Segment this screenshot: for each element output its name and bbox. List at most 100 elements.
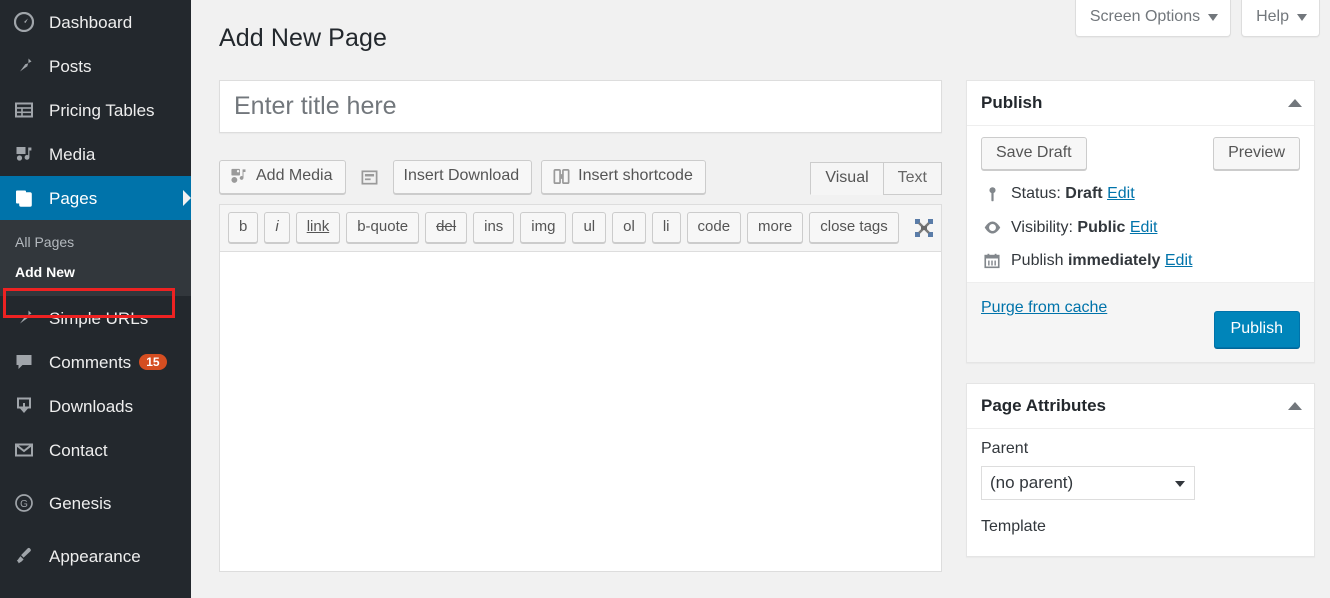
publish-button[interactable]: Publish — [1213, 311, 1300, 348]
schedule-row: Publish immediately Edit — [981, 252, 1300, 270]
insert-shortcode-label: Insert shortcode — [578, 167, 693, 185]
quicktag-link[interactable]: link — [295, 212, 341, 244]
brush-icon — [11, 543, 37, 569]
page-attributes-body: Parent (no parent) Template — [967, 429, 1314, 556]
edit-schedule-link[interactable]: Edit — [1165, 252, 1193, 270]
add-media-icon — [230, 167, 249, 186]
sidebar-item-pages[interactable]: Pages — [0, 176, 191, 220]
parent-label: Parent — [981, 440, 1029, 457]
contact-form-button[interactable] — [355, 164, 384, 191]
template-label: Template — [981, 518, 1046, 535]
sidebar-item-label: Simple URLs — [49, 308, 149, 328]
sidebar-item-media[interactable]: Media — [0, 132, 191, 176]
schedule-value: immediately — [1067, 252, 1161, 269]
sidebar-item-label: Appearance — [49, 546, 141, 566]
sidebar-item-add-new[interactable]: Add New — [0, 257, 191, 287]
sidebar-item-label: Media — [49, 144, 96, 164]
sidebar-item-label: Dashboard — [49, 12, 133, 32]
sidebar-item-all-pages[interactable]: All Pages — [0, 227, 191, 257]
publish-box: Publish Save Draft Preview Status: Draft… — [966, 80, 1315, 363]
quicktag-i[interactable]: i — [264, 212, 290, 244]
sidebar-meta-boxes: Publish Save Draft Preview Status: Draft… — [966, 80, 1315, 577]
sidebar-item-label: Pages — [49, 188, 98, 208]
save-draft-button[interactable]: Save Draft — [981, 137, 1087, 170]
sidebar-item-label: Posts — [49, 56, 92, 76]
comment-icon — [11, 349, 37, 375]
help-label: Help — [1256, 8, 1289, 25]
quicktag-more[interactable]: more — [747, 212, 804, 244]
quicktag-close-tags[interactable]: close tags — [809, 212, 899, 244]
sidebar-item-label: Contact — [49, 440, 108, 460]
quicktag-code[interactable]: code — [686, 212, 742, 244]
sidebar-item-label: Genesis — [49, 493, 112, 513]
tab-visual[interactable]: Visual — [810, 162, 884, 195]
chevron-down-icon — [1208, 13, 1219, 21]
editor-wrapper: Add Media Insert Download Insert shortco… — [219, 160, 942, 573]
distraction-free-icon[interactable] — [913, 217, 935, 239]
schedule-prefix: Publish — [1011, 252, 1064, 269]
chevron-up-icon[interactable] — [1288, 99, 1302, 107]
quicktag-img[interactable]: img — [520, 212, 567, 244]
quicktag-del[interactable]: del — [425, 212, 468, 244]
chevron-down-icon — [1297, 13, 1307, 21]
sidebar-subitem-label: All Pages — [15, 234, 75, 250]
tab-text[interactable]: Text — [882, 162, 942, 195]
preview-button[interactable]: Preview — [1213, 137, 1300, 170]
eye-icon — [981, 218, 1003, 237]
parent-select[interactable]: (no parent) — [981, 466, 1195, 500]
quicktag-b[interactable]: b — [228, 212, 259, 244]
sidebar-item-posts[interactable]: Posts — [0, 44, 191, 88]
help-button[interactable]: Help — [1241, 0, 1320, 37]
sidebar-item-label: Pricing Tables — [49, 100, 155, 120]
sidebar-separator — [0, 472, 191, 481]
quicktag-ins[interactable]: ins — [473, 212, 515, 244]
quicktag-li[interactable]: li — [651, 212, 681, 244]
quicktag-ul[interactable]: ul — [572, 212, 607, 244]
page-attributes-title: Page Attributes — [981, 396, 1107, 415]
add-media-button[interactable]: Add Media — [219, 160, 346, 194]
publish-box-header[interactable]: Publish — [967, 81, 1314, 126]
table-icon — [11, 97, 37, 123]
genesis-icon: G — [11, 490, 37, 516]
sidebar-item-genesis[interactable]: G Genesis — [0, 481, 191, 525]
tab-visual-label: Visual — [825, 169, 869, 186]
sidebar-item-contact[interactable]: Contact — [0, 428, 191, 472]
sidebar-item-label: Comments — [49, 352, 132, 372]
major-publishing-actions: Purge from cache Publish — [967, 282, 1314, 362]
pin-icon — [11, 53, 37, 79]
page-attributes-header[interactable]: Page Attributes — [967, 384, 1314, 429]
editor-column: Add Media Insert Download — [219, 80, 942, 573]
sidebar-item-dashboard[interactable]: Dashboard — [0, 0, 191, 44]
sidebar-item-simple-urls[interactable]: Simple URLs — [0, 296, 191, 340]
publish-box-title: Publish — [981, 93, 1043, 112]
sidebar-item-pricing-tables[interactable]: Pricing Tables — [0, 88, 191, 132]
purge-from-cache-link[interactable]: Purge from cache — [981, 299, 1107, 317]
sidebar-item-downloads[interactable]: Downloads — [0, 384, 191, 428]
sidebar-subitem-label: Add New — [15, 264, 75, 281]
comments-count-badge: 15 — [139, 354, 167, 371]
quicktag-b-quote[interactable]: b-quote — [346, 212, 420, 244]
page-attributes-box: Page Attributes Parent (no parent) Templ… — [966, 383, 1315, 557]
pin-icon — [11, 305, 37, 331]
main-content: Screen Options Help Add New Page Enter t… — [191, 0, 1330, 598]
chevron-up-icon[interactable] — [1288, 402, 1302, 410]
admin-sidebar: Dashboard Posts Pricing Tables Media Pag — [0, 0, 191, 598]
edit-visibility-link[interactable]: Edit — [1130, 219, 1158, 237]
calendar-icon — [981, 252, 1003, 270]
title-input[interactable] — [228, 84, 933, 129]
insert-shortcode-button[interactable]: Insert shortcode — [541, 160, 706, 194]
sidebar-item-comments[interactable]: Comments 15 — [0, 340, 191, 384]
tab-text-label: Text — [897, 169, 927, 186]
dashboard-icon — [11, 9, 37, 35]
editor-content-area[interactable] — [219, 252, 942, 573]
visibility-row: Visibility: Public Edit — [981, 218, 1300, 237]
post-status-icon — [981, 186, 1003, 203]
quicktag-ol[interactable]: ol — [612, 212, 646, 244]
svg-text:G: G — [20, 499, 28, 510]
edit-status-link[interactable]: Edit — [1107, 185, 1135, 203]
parent-select-wrapper: (no parent) — [981, 466, 1195, 500]
screen-options-button[interactable]: Screen Options — [1074, 0, 1232, 37]
insert-download-button[interactable]: Insert Download — [392, 160, 533, 194]
add-media-label: Add Media — [256, 167, 333, 185]
sidebar-item-appearance[interactable]: Appearance — [0, 534, 191, 578]
